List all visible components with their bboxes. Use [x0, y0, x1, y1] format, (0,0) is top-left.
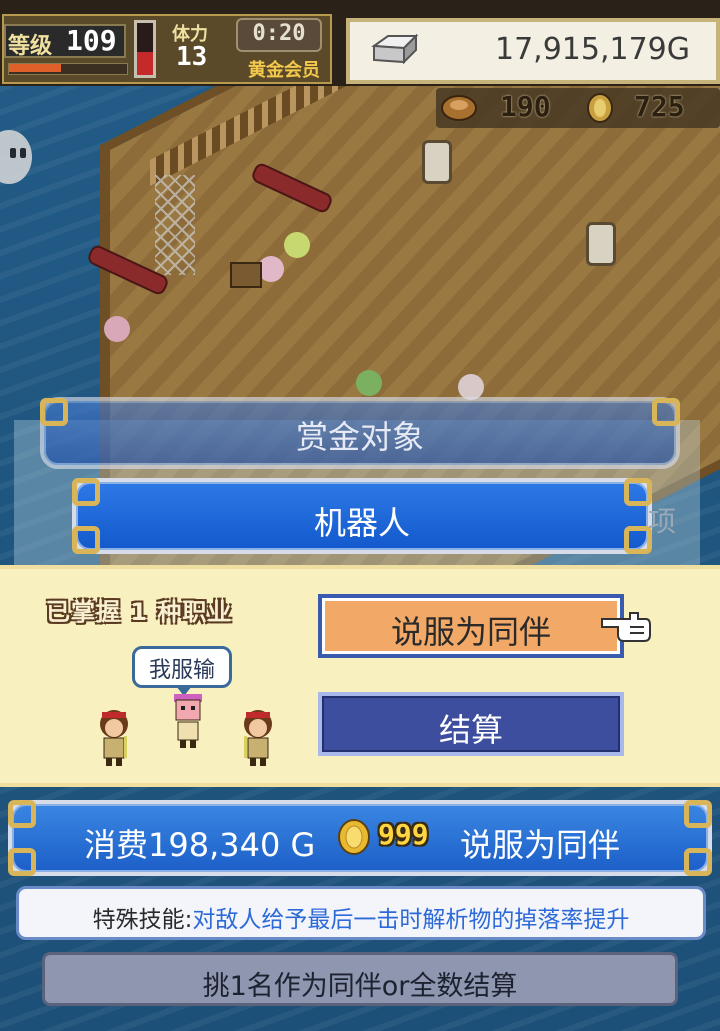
medal-coin-icon	[338, 819, 370, 855]
instruction-text: 挑1名作为同伴or全数结算	[202, 971, 518, 1002]
pay-recruit-label[interactable]: 说服为同伴	[460, 820, 620, 866]
robot-sprite[interactable]	[166, 690, 210, 752]
corner-ornament	[684, 800, 712, 828]
skill-description: 对敌人给予最后一击时解析物的掉落率提升	[192, 907, 630, 933]
crew-sprite[interactable]	[356, 370, 382, 396]
adventurer-sprite[interactable]	[92, 706, 136, 768]
stamina-value: 13	[176, 42, 208, 72]
level-progress-fill	[9, 64, 61, 72]
level-label: 等级	[8, 34, 53, 59]
membership-badge[interactable]: 黄金会员	[238, 56, 330, 82]
medal-amount: 725	[634, 90, 685, 123]
special-skill-text: 特殊技能:对敌人给予最后一击时解析物的掉落率提升	[16, 900, 706, 934]
timer: 0:20	[252, 21, 306, 46]
gold-amount: 17,915,179G	[494, 32, 690, 67]
gold-bar-icon	[371, 33, 419, 65]
bounty-title: 赏金对象	[295, 418, 424, 456]
rope-rigging	[155, 175, 195, 275]
level-value: 109	[66, 24, 117, 57]
corner-ornament	[684, 848, 712, 876]
stamina-gauge-fill	[137, 52, 153, 75]
pointing-hand-icon	[601, 612, 651, 642]
treasure-chest[interactable]	[230, 262, 262, 288]
food-amount: 190	[500, 90, 551, 123]
crab-monster-sprite[interactable]	[104, 316, 130, 342]
food-icon	[441, 95, 477, 121]
target-name: 机器人	[313, 504, 410, 542]
medal-cost[interactable]: 999	[378, 818, 454, 851]
speech-text: 我服输	[148, 658, 215, 683]
settle-button-label[interactable]: 结算	[318, 705, 624, 751]
corner-ornament	[8, 800, 36, 828]
adventurer-sprite[interactable]	[236, 706, 280, 768]
gold-cost[interactable]: 消费198,340 G	[84, 820, 315, 866]
corner-ornament	[8, 848, 36, 876]
skill-label: 特殊技能:	[92, 907, 193, 933]
recruit-button-label[interactable]: 说服为同伴	[318, 607, 624, 653]
obscured-text: 项	[648, 505, 677, 538]
monster-sprite[interactable]	[284, 232, 310, 258]
mastered-jobs-label: 已掌握 1 种职业	[46, 598, 233, 626]
medal-coin-icon	[587, 93, 613, 123]
deck-lamp	[422, 140, 452, 184]
deck-lamp	[586, 222, 616, 266]
